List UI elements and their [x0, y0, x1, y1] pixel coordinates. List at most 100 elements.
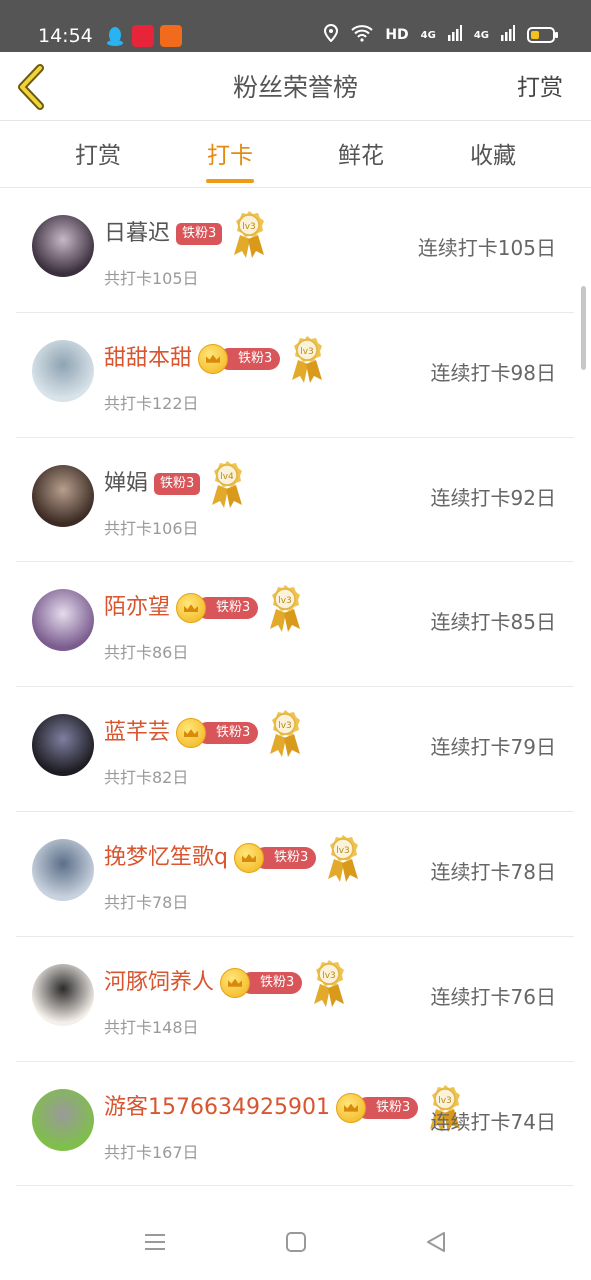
signal-label-2: 4G [473, 29, 489, 41]
total-checkins: 共打卡122日 [104, 393, 199, 413]
active-tab-indicator [206, 179, 254, 183]
tab-favorites[interactable]: 收藏 [443, 141, 543, 171]
crown-icon [198, 343, 229, 374]
tab-bar: 打赏 打卡 鲜花 收藏 [0, 121, 591, 188]
fan-list: 日暮迟 铁粉3 lv3 共打卡105日 连续打卡105日 甜甜本甜 铁粉3 lv… [16, 188, 574, 1187]
reward-action-button[interactable]: 打赏 [517, 72, 563, 104]
medal-icon: lv4 [208, 459, 246, 509]
avatar[interactable] [32, 589, 94, 652]
fan-row[interactable]: 河豚饲养人 铁粉3 lv3 共打卡148日 连续打卡76日 [16, 937, 574, 1062]
status-time: 14:54 [38, 25, 93, 47]
system-nav-bar [0, 1200, 591, 1280]
avatar[interactable] [32, 339, 94, 402]
title-bar: 粉丝荣誉榜 打赏 [0, 52, 591, 121]
total-checkins: 共打卡82日 [104, 768, 189, 788]
fan-row[interactable]: 甜甜本甜 铁粉3 lv3 共打卡122日 连续打卡98日 [16, 313, 574, 438]
tab-reward[interactable]: 打赏 [48, 141, 148, 171]
name-line: 陌亦望 铁粉3 lv3 [104, 585, 304, 633]
avatar[interactable] [32, 714, 94, 777]
streak-checkins: 连续打卡78日 [430, 859, 556, 884]
avatar[interactable] [32, 464, 94, 527]
crown-icon [176, 718, 207, 749]
back-nav-button[interactable] [424, 1230, 448, 1254]
status-bar: 14:54 HD 4G 4G [0, 0, 591, 52]
menu-icon [145, 1234, 165, 1250]
total-checkins: 共打卡148日 [104, 1017, 199, 1037]
fan-level-badge: 铁粉3 [176, 223, 223, 245]
fan-row[interactable]: 蓝芊芸 铁粉3 lv3 共打卡82日 连续打卡79日 [16, 687, 574, 812]
home-button[interactable] [284, 1230, 308, 1254]
name-line: 挽梦忆笙歌q 铁粉3 lv3 [104, 834, 362, 882]
medal-level: lv3 [336, 846, 350, 856]
medal-level: lv3 [279, 596, 293, 606]
name-line: 河豚饲养人 铁粉3 lv3 [104, 959, 348, 1007]
fan-name[interactable]: 婵娟 [104, 469, 148, 499]
crown-icon [233, 842, 264, 873]
streak-checkins: 连续打卡76日 [430, 984, 556, 1009]
status-icons: HD 4G 4G [323, 23, 558, 46]
fan-level-badge: 铁粉3 [154, 472, 201, 495]
total-checkins: 共打卡167日 [104, 1142, 199, 1162]
crown-icon [220, 967, 251, 998]
avatar[interactable] [32, 963, 94, 1026]
fan-name[interactable]: 挽梦忆笙歌q [104, 843, 228, 873]
fan-name[interactable]: 蓝芊芸 [104, 718, 170, 748]
fan-name[interactable]: 河豚饲养人 [104, 968, 214, 998]
medal-level: lv3 [279, 721, 293, 731]
wifi-icon [351, 24, 373, 46]
medal-icon: lv3 [324, 833, 362, 883]
square-icon [286, 1232, 306, 1252]
medal-level: lv3 [438, 1096, 452, 1106]
fan-name[interactable]: 甜甜本甜 [104, 344, 192, 374]
total-checkins: 共打卡86日 [104, 643, 189, 663]
medal-level: lv3 [323, 971, 337, 981]
signal-label-1: 4G [420, 29, 436, 41]
battery-icon [527, 27, 558, 43]
fan-row[interactable]: 陌亦望 铁粉3 lv3 共打卡86日 连续打卡85日 [16, 562, 574, 688]
page-title: 粉丝荣誉榜 [232, 73, 358, 102]
streak-checkins: 连续打卡92日 [430, 485, 556, 510]
name-line: 蓝芊芸 铁粉3 lv3 [104, 710, 304, 758]
medal-level: lv3 [243, 222, 257, 232]
total-checkins: 共打卡105日 [104, 269, 199, 288]
signal-icon-2 [501, 25, 515, 45]
medal-level: lv4 [221, 472, 235, 482]
tab-flowers[interactable]: 鲜花 [311, 141, 411, 171]
triangle-back-icon [427, 1232, 445, 1252]
fan-name[interactable]: 陌亦望 [104, 593, 170, 623]
network-label: HD [385, 27, 409, 43]
crown-icon [176, 593, 207, 624]
fan-row[interactable]: 婵娟 铁粉3 lv4 共打卡106日 连续打卡92日 [16, 438, 574, 563]
fan-row[interactable]: 游客1576634925901 铁粉3 lv3 共打卡167日 连续打卡74日 [16, 1062, 574, 1187]
avatar[interactable] [32, 838, 94, 901]
medal-icon: lv3 [288, 334, 326, 384]
fan-row[interactable]: 日暮迟 铁粉3 lv3 共打卡105日 连续打卡105日 [16, 188, 574, 313]
fan-name[interactable]: 日暮迟 [104, 219, 170, 249]
streak-checkins: 连续打卡79日 [430, 735, 556, 760]
menu-button[interactable] [143, 1230, 167, 1254]
orange-app-icon [160, 25, 182, 47]
name-line: 婵娟 铁粉3 lv4 [104, 460, 246, 508]
total-checkins: 共打卡78日 [104, 892, 189, 912]
name-line: 日暮迟 铁粉3 lv3 [104, 211, 268, 258]
avatar[interactable] [32, 1088, 94, 1151]
streak-checkins: 连续打卡105日 [417, 236, 556, 260]
red-app-icon [132, 25, 154, 47]
streak-checkins: 连续打卡85日 [430, 610, 556, 635]
signal-icon [447, 25, 462, 45]
medal-icon: lv3 [310, 958, 348, 1008]
medal-level: lv3 [301, 347, 315, 357]
total-checkins: 共打卡106日 [104, 518, 199, 538]
medal-icon: lv3 [266, 583, 304, 633]
medal-icon: lv3 [230, 209, 268, 259]
fan-name[interactable]: 游客1576634925901 [104, 1093, 330, 1123]
tab-checkin[interactable]: 打卡 [180, 141, 280, 171]
avatar[interactable] [32, 215, 94, 277]
location-icon [323, 23, 339, 46]
name-line: 游客1576634925901 铁粉3 lv3 [104, 1084, 464, 1132]
fan-row[interactable]: 挽梦忆笙歌q 铁粉3 lv3 共打卡78日 连续打卡78日 [16, 812, 574, 937]
scrollbar[interactable] [581, 286, 586, 370]
medal-icon: lv3 [266, 708, 304, 758]
crown-icon [335, 1092, 366, 1123]
qq-app-icon [104, 25, 126, 47]
